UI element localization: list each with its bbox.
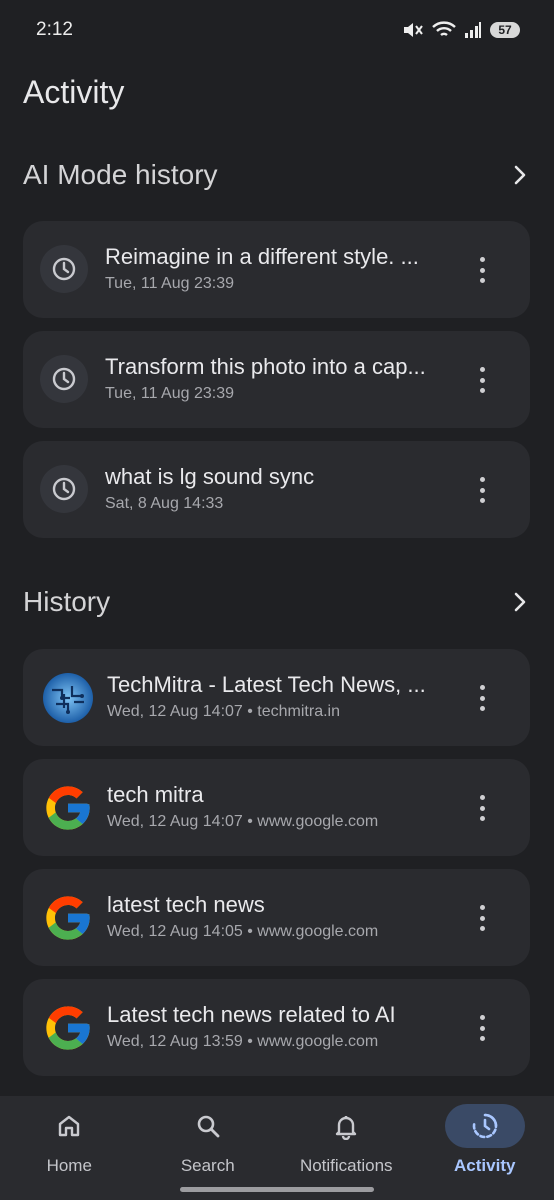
wifi-icon	[432, 21, 456, 37]
nav-home-label: Home	[46, 1156, 92, 1175]
nav-search[interactable]: Search	[143, 1104, 273, 1200]
item-title: Latest tech news related to AI	[107, 1002, 396, 1027]
item-timestamp: Wed, 12 Aug 14:07 • www.google.com	[107, 813, 379, 830]
status-icons: 57	[402, 21, 520, 39]
more-options-icon[interactable]	[472, 477, 492, 503]
chevron-right-icon[interactable]	[508, 163, 532, 187]
bottom-navigation: Home Search Notifications Activity	[0, 1096, 554, 1200]
status-time: 2:12	[36, 19, 73, 40]
history-header[interactable]: History	[23, 582, 532, 622]
ai-mode-history-header[interactable]: AI Mode history	[23, 155, 532, 195]
more-options-icon[interactable]	[472, 795, 492, 821]
nav-activity[interactable]: Activity	[420, 1104, 550, 1200]
nav-notifications-label: Notifications	[299, 1156, 393, 1175]
mute-icon	[404, 23, 423, 37]
history-item[interactable]: TechMitra - Latest Tech News, ... Wed, 1…	[23, 649, 530, 746]
item-timestamp: Wed, 12 Aug 14:05 • www.google.com	[107, 923, 379, 940]
item-title: Transform this photo into a cap...	[105, 354, 426, 379]
more-options-icon[interactable]	[472, 257, 492, 283]
history-clock-icon	[40, 355, 88, 403]
item-timestamp: Tue, 11 Aug 23:39	[105, 275, 234, 292]
history-item[interactable]: latest tech news Wed, 12 Aug 14:05 • www…	[23, 869, 530, 966]
more-options-icon[interactable]	[472, 685, 492, 711]
home-indicator[interactable]	[180, 1187, 374, 1192]
item-title: what is lg sound sync	[105, 464, 315, 489]
nav-activity-label: Activity	[454, 1156, 516, 1175]
signal-icon	[465, 22, 481, 38]
search-icon	[197, 1115, 220, 1138]
battery-icon: 57	[490, 22, 520, 38]
history-item[interactable]: Latest tech news related to AI Wed, 12 A…	[23, 979, 530, 1076]
activity-icon	[472, 1113, 498, 1139]
ai-mode-history-title: AI Mode history	[23, 159, 218, 190]
ai-mode-history-item[interactable]: Reimagine in a different style. ... Tue,…	[23, 221, 530, 318]
home-icon	[59, 1115, 80, 1137]
google-g-icon	[41, 891, 95, 945]
more-options-icon[interactable]	[472, 367, 492, 393]
more-options-icon[interactable]	[472, 1015, 492, 1041]
google-g-icon	[41, 1001, 95, 1055]
nav-search-label: Search	[180, 1156, 235, 1175]
item-timestamp: Wed, 12 Aug 13:59 • www.google.com	[107, 1033, 379, 1050]
history-item[interactable]: tech mitra Wed, 12 Aug 14:07 • www.googl…	[23, 759, 530, 856]
nav-home[interactable]: Home	[4, 1104, 134, 1200]
history-clock-icon	[40, 465, 88, 513]
ai-mode-history-item[interactable]: what is lg sound sync Sat, 8 Aug 14:33	[23, 441, 530, 538]
page-title: Activity	[23, 74, 125, 110]
techmitra-favicon	[41, 671, 95, 725]
item-timestamp: Sat, 8 Aug 14:33	[105, 495, 224, 512]
item-title: tech mitra	[107, 782, 204, 807]
item-timestamp: Wed, 12 Aug 14:07 • techmitra.in	[107, 703, 340, 720]
item-title: TechMitra - Latest Tech News, ...	[107, 672, 426, 697]
chevron-right-icon[interactable]	[508, 590, 532, 614]
status-bar: 2:12 57	[0, 0, 554, 60]
item-timestamp: Tue, 11 Aug 23:39	[105, 385, 234, 402]
nav-notifications[interactable]: Notifications	[281, 1104, 411, 1200]
more-options-icon[interactable]	[472, 905, 492, 931]
ai-mode-history-item[interactable]: Transform this photo into a cap... Tue, …	[23, 331, 530, 428]
history-clock-icon	[40, 245, 88, 293]
history-title: History	[23, 586, 111, 617]
bell-icon	[336, 1116, 357, 1140]
item-title: Reimagine in a different style. ...	[105, 244, 419, 269]
google-g-icon	[41, 781, 95, 835]
item-title: latest tech news	[107, 892, 265, 917]
